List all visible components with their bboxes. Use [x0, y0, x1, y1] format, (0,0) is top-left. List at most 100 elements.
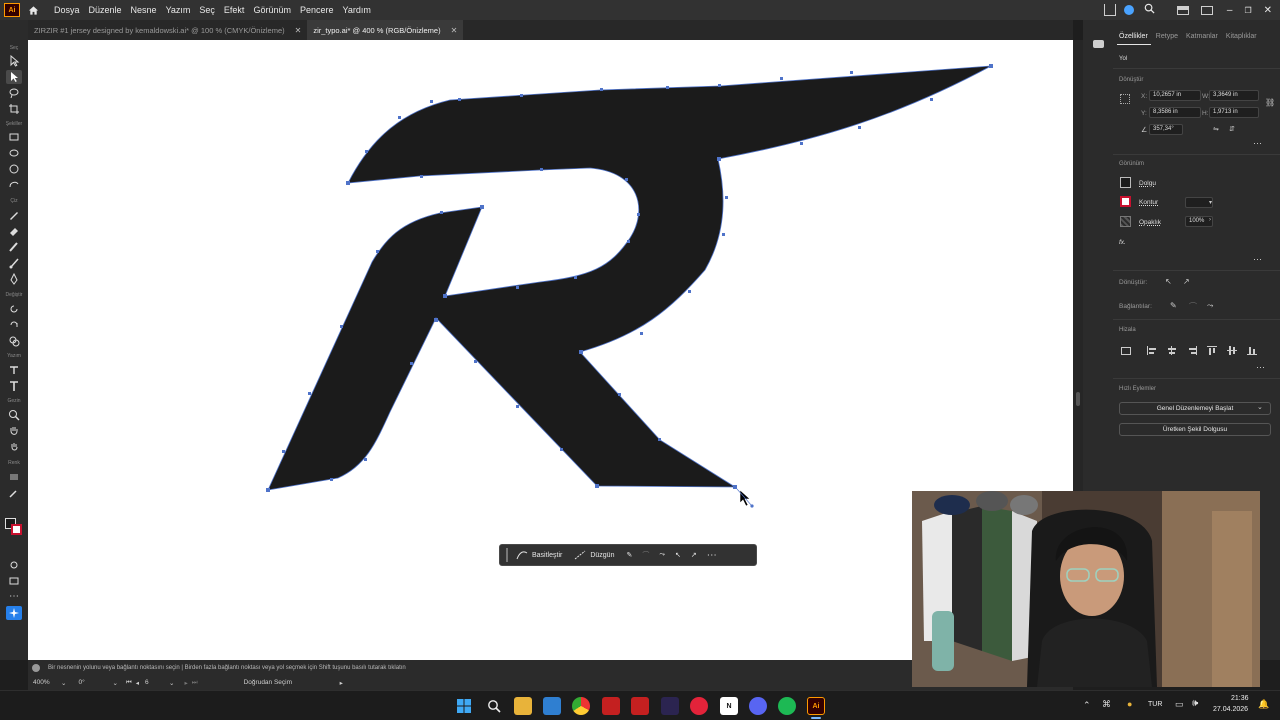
pen-tool-icon[interactable]: ✎ [626, 551, 632, 559]
y-field[interactable]: 8,3586 in [1149, 107, 1201, 118]
selection-tool-icon[interactable] [6, 54, 22, 68]
restore-icon[interactable]: ❐ [1244, 6, 1251, 15]
notification-icon[interactable]: 🔔 [1258, 699, 1269, 710]
rectangle-tool-icon[interactable] [6, 130, 22, 144]
stroke-swatch[interactable] [1120, 196, 1131, 207]
more-options-icon[interactable]: ⋯ [707, 550, 717, 561]
w-field[interactable]: 3,3649 in [1209, 90, 1259, 101]
share-icon[interactable] [1103, 4, 1116, 16]
flip-vertical-icon[interactable]: ⇵ [1229, 125, 1235, 133]
chevron-down-icon[interactable]: ⌄ [169, 679, 174, 687]
tab-retype[interactable]: Retype [1156, 33, 1178, 40]
eraser-tool-icon[interactable] [6, 224, 22, 238]
fill-swatch[interactable] [1120, 177, 1131, 188]
corner-anchor-icon[interactable]: ↖ [1165, 277, 1172, 286]
reference-point-icon[interactable] [1120, 94, 1130, 104]
smooth-button[interactable]: Düzgün [574, 550, 614, 560]
app-shortcut-icon[interactable] [602, 697, 620, 715]
constrain-proportions-icon[interactable]: ⛓ [1265, 98, 1275, 107]
fill-stroke-swatches[interactable] [5, 518, 23, 536]
language-indicator[interactable]: TUR [1148, 701, 1162, 708]
scrollbar-thumb[interactable] [1076, 392, 1080, 406]
close-icon[interactable]: ✕ [1264, 5, 1272, 16]
more-options-icon[interactable]: ⋯ [1253, 138, 1262, 149]
pen-tool-icon[interactable]: ✎ [1170, 301, 1177, 310]
menu-help[interactable]: Yardım [343, 5, 371, 15]
shape-builder-tool-icon[interactable] [6, 334, 22, 348]
chevron-down-icon[interactable]: ⌄ [61, 679, 66, 687]
screen-mode-icon[interactable] [6, 574, 22, 588]
spotify-icon[interactable] [778, 697, 796, 715]
shaper-tool-icon[interactable] [6, 178, 22, 192]
align-right-icon[interactable] [1187, 346, 1197, 355]
volume-icon[interactable]: 🕪 [1192, 698, 1198, 709]
reflect-tool-icon[interactable] [6, 318, 22, 332]
status-menu-icon[interactable]: ▸ [340, 679, 343, 687]
fill-label[interactable]: Dolgu [1139, 180, 1156, 187]
notion-icon[interactable]: N [720, 697, 738, 715]
angle-field[interactable]: 357,34° [1149, 124, 1183, 135]
chevron-right-icon[interactable]: › [1209, 217, 1211, 223]
clock-date[interactable]: 27.04.2026 [1213, 706, 1248, 713]
pen-tool-icon[interactable] [6, 272, 22, 286]
anchor-smooth-icon[interactable]: ↗ [691, 551, 697, 559]
photos-icon[interactable] [543, 697, 561, 715]
minimize-icon[interactable]: – [1227, 5, 1233, 16]
align-bottom-icon[interactable] [1247, 346, 1257, 355]
app-shortcut-icon[interactable] [631, 697, 649, 715]
align-to-icon[interactable] [1121, 347, 1131, 355]
chevron-down-icon[interactable]: ▾ [1209, 199, 1212, 206]
zoom-field[interactable]: 400% [33, 679, 61, 686]
ai-assistant-icon[interactable] [6, 606, 22, 620]
gradient-tool-icon[interactable] [6, 470, 22, 484]
close-icon[interactable]: ✕ [295, 26, 302, 35]
controller-icon[interactable]: ⌘ [1102, 699, 1111, 710]
search-icon[interactable] [485, 697, 503, 715]
media-player-icon[interactable] [690, 697, 708, 715]
lasso-tool-icon[interactable] [6, 86, 22, 100]
align-horizontal-center-icon[interactable] [1167, 346, 1177, 355]
rotation-field[interactable]: 0° [78, 679, 112, 686]
more-options-icon[interactable]: ⋯ [1253, 254, 1262, 265]
rotate-view-tool-icon[interactable] [6, 440, 22, 454]
windows-start-icon[interactable] [455, 697, 473, 715]
brush-tool-icon[interactable] [6, 240, 22, 254]
affinity-icon[interactable] [661, 697, 679, 715]
flip-horizontal-icon[interactable]: ⇋ [1213, 125, 1219, 133]
letter-r-path[interactable] [267, 65, 992, 491]
retype-tool-icon[interactable] [6, 363, 22, 377]
menu-type[interactable]: Yazım [166, 5, 191, 15]
prev-artboard-icon[interactable]: ◂ [136, 679, 139, 687]
artboard-tool-icon[interactable] [6, 102, 22, 116]
menu-file[interactable]: Dosya [54, 5, 80, 15]
tab-layers[interactable]: Katmanlar [1186, 33, 1218, 40]
convert-anchor-icon[interactable]: ⤳ [1207, 301, 1213, 311]
comments-icon[interactable] [1093, 40, 1104, 48]
close-icon[interactable]: ✕ [451, 26, 458, 35]
chevron-up-icon[interactable]: ⌃ [1083, 700, 1091, 711]
draw-mode-icon[interactable] [6, 558, 22, 572]
hand-tool-icon[interactable] [6, 424, 22, 438]
illustrator-icon[interactable]: Ai [807, 697, 825, 715]
anchor-corner-icon[interactable]: ↖ [675, 551, 681, 559]
tab-properties[interactable]: Özellikler [1119, 33, 1148, 40]
next-artboard-icon[interactable]: ▸ [184, 679, 187, 687]
align-top-icon[interactable] [1207, 346, 1217, 355]
home-icon[interactable] [26, 3, 40, 17]
opacity-label[interactable]: Opaklık [1139, 219, 1161, 226]
chevron-down-icon[interactable]: ⌄ [112, 679, 117, 687]
chevron-down-icon[interactable]: ⌄ [1257, 403, 1263, 411]
file-explorer-icon[interactable] [514, 697, 532, 715]
discord-icon[interactable] [749, 697, 767, 715]
first-artboard-icon[interactable]: ⏮ [126, 679, 132, 687]
menu-window[interactable]: Pencere [300, 5, 334, 15]
menu-select[interactable]: Seç [199, 5, 215, 15]
zoom-tool-icon[interactable] [6, 408, 22, 422]
convert-anchor-icon[interactable]: ⤳ [659, 551, 665, 559]
curvature-icon[interactable]: ⌒ [1189, 301, 1197, 312]
stroke-label[interactable]: Kontur [1139, 199, 1158, 206]
arrange-documents-icon[interactable] [1176, 5, 1189, 15]
fx-button[interactable]: fx. [1119, 239, 1126, 246]
rotate-tool-icon[interactable] [6, 302, 22, 316]
menu-view[interactable]: Görünüm [253, 5, 291, 15]
